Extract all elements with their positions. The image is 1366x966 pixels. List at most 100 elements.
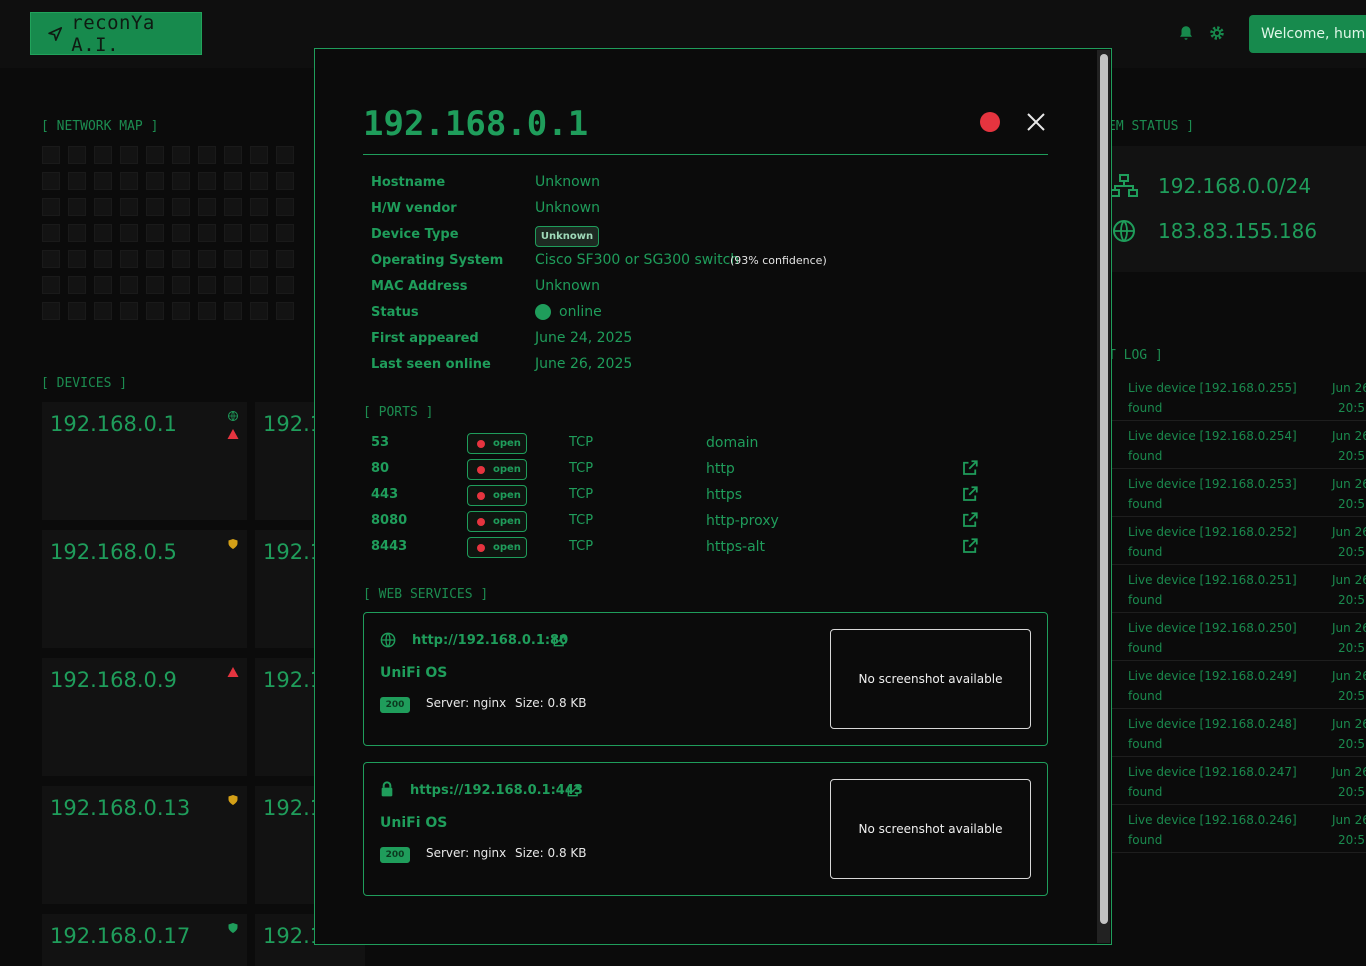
event-text: Live device [192.168.0.253] [1128,477,1297,491]
port-state-text: open [493,490,521,501]
event-date: Jun 26 [1332,669,1366,683]
http-status-badge: 200 [380,847,410,863]
external-link-icon[interactable] [552,634,566,648]
port-state-dot [477,465,485,474]
port-row: 8443 open TCP https-alt [363,537,983,561]
shield-icon [228,539,238,549]
system-status-panel [1106,146,1366,272]
event-text: Live device [192.168.0.249] [1128,669,1297,683]
vendor-value: Unknown [535,200,600,216]
subnet-value: 192.168.0.0/24 [1158,174,1312,198]
hostname-value: Unknown [535,174,600,190]
web-service-url[interactable]: https://192.168.0.1:443 [410,783,583,798]
port-row: 53 open TCP domain [363,433,983,457]
external-link-icon[interactable] [961,537,979,555]
device-ip: 192.168.0.13 [50,796,191,820]
network-map-cell [146,250,164,268]
network-map-cell [68,146,86,164]
network-map-cell [198,198,216,216]
network-map-cell [276,146,294,164]
event-text-cont: found [1128,545,1163,559]
network-map-cell [250,302,268,320]
first-appeared-label: First appeared [371,331,479,346]
event-time: 20:5 [1338,833,1365,847]
os-label: Operating System [371,253,504,268]
port-state-text: open [493,542,521,553]
device-card[interactable]: 192.168.0.1 [42,402,247,520]
port-state-dot [477,517,485,526]
port-state-dot [477,439,485,448]
user-menu-button[interactable]: Welcome, human [1249,15,1366,53]
port-protocol: TCP [569,461,594,476]
close-icon[interactable] [1024,110,1048,134]
event-log-label: T LOG ] [1108,348,1163,363]
network-map-cell [146,224,164,242]
port-number: 53 [371,435,390,450]
device-card[interactable]: 192.168.0.13 [42,786,247,904]
network-map-cell [250,250,268,268]
server-info: Server: nginx [426,696,507,710]
event-text-cont: found [1128,641,1163,655]
network-map-cell [198,172,216,190]
port-service: http-proxy [706,513,779,529]
network-map-cell [224,198,242,216]
web-service-title: UniFi OS [380,665,448,681]
external-link-icon[interactable] [961,511,979,529]
globe-icon [1113,220,1135,242]
device-card[interactable]: 192.168.0.17 [42,914,247,966]
network-map-grid [42,146,294,320]
shield-icon [228,923,238,933]
event-time: 20:5 [1338,449,1365,463]
external-link-icon[interactable] [961,485,979,503]
event-date: Jun 26 [1332,621,1366,635]
event-text-cont: found [1128,689,1163,703]
network-map-cell [198,224,216,242]
mac-value: Unknown [535,278,600,294]
network-map-cell [250,198,268,216]
port-protocol: TCP [569,487,594,502]
port-protocol: TCP [569,513,594,528]
device-card[interactable]: 192.168.0.9 [42,658,247,776]
event-date: Jun 26 [1332,573,1366,587]
bell-icon[interactable] [1177,24,1195,42]
network-map-cell [120,250,138,268]
event-text: Live device [192.168.0.247] [1128,765,1297,779]
event-text: Live device [192.168.0.248] [1128,717,1297,731]
event-time: 20:5 [1338,545,1365,559]
event-log-row: Live device [192.168.0.252] found Jun 26 20… [1106,517,1366,565]
network-map-cell [120,224,138,242]
port-service: https [706,487,743,503]
event-time: 20:5 [1338,401,1365,415]
event-time: 20:5 [1338,497,1365,511]
network-map-cell [68,224,86,242]
network-map-cell [276,276,294,294]
external-link-icon[interactable] [961,459,979,477]
event-text: Live device [192.168.0.250] [1128,621,1297,635]
port-number: 80 [371,461,390,476]
gear-icon[interactable] [1208,24,1226,42]
network-map-cell [172,224,190,242]
network-map-cell [276,302,294,320]
web-service-url[interactable]: http://192.168.0.1:80 [412,633,568,648]
port-state-text: open [493,438,521,449]
external-link-icon[interactable] [566,784,580,798]
network-map-cell [146,276,164,294]
device-card[interactable]: 192.168.0.5 [42,530,247,648]
event-text-cont: found [1128,401,1163,415]
port-state-dot [477,543,485,552]
status-label: Status [371,305,419,320]
port-state-badge: open [467,537,527,558]
network-map-cell [172,250,190,268]
network-map-cell [146,302,164,320]
screenshot-placeholder: No screenshot available [830,629,1031,729]
event-text: Live device [192.168.0.252] [1128,525,1297,539]
port-service: https-alt [706,539,766,555]
ports-label: [ PORTS ] [363,405,434,420]
port-protocol: TCP [569,435,594,450]
app-logo[interactable]: reconYa A.I. [30,12,202,56]
network-map-cell [276,198,294,216]
device-type-label: Device Type [371,227,459,242]
modal-scrollbar-thumb[interactable] [1100,54,1108,924]
port-row: 443 open TCP https [363,485,983,509]
network-icon [1110,174,1138,197]
